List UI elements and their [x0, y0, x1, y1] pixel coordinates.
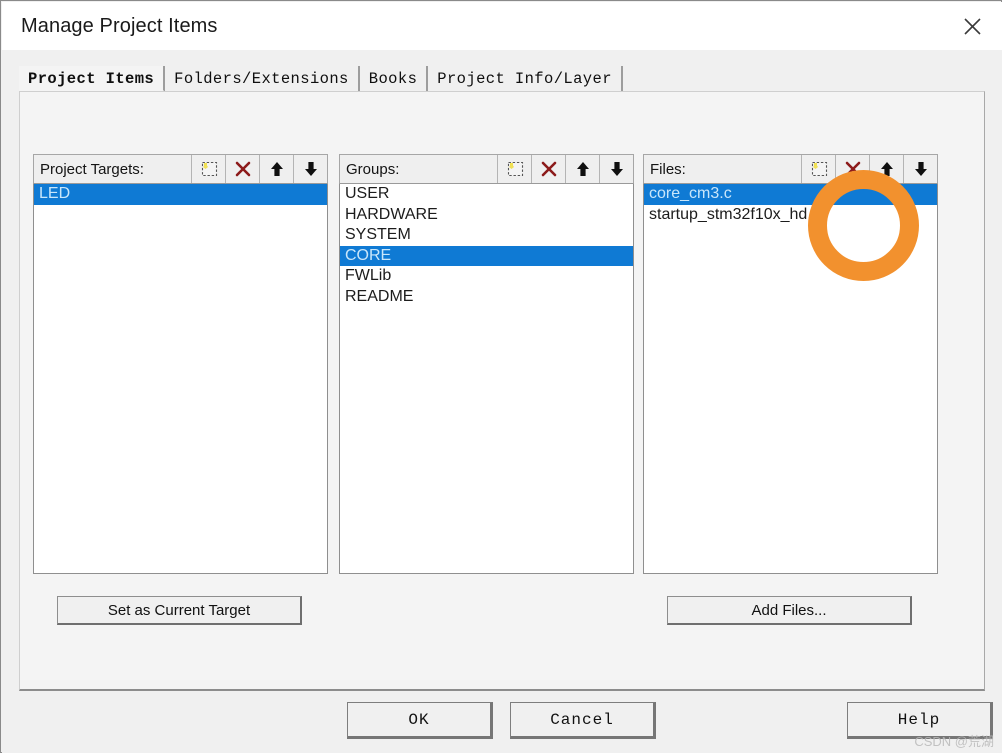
new-item-icon[interactable] — [497, 155, 531, 183]
groups-column: Groups: USER HARDWARE SYSTEM CORE FWLib … — [339, 154, 634, 574]
project-targets-toolbar — [191, 155, 327, 183]
files-listbox[interactable]: core_cm3.c startup_stm32f10x_hd.s — [643, 184, 938, 574]
delete-icon[interactable] — [225, 155, 259, 183]
add-files-button[interactable]: Add Files... — [667, 596, 912, 625]
watermark-text: CSDN @荒湖 — [914, 734, 994, 749]
project-targets-header: Project Targets: — [33, 154, 328, 184]
list-item[interactable]: HARDWARE — [340, 205, 633, 226]
groups-header: Groups: — [339, 154, 634, 184]
dialog-client-area: Project Items Folders/Extensions Books P… — [2, 50, 1002, 753]
list-item[interactable]: startup_stm32f10x_hd.s — [644, 205, 937, 226]
move-down-icon[interactable] — [293, 155, 327, 183]
move-up-icon[interactable] — [565, 155, 599, 183]
title-bar: Manage Project Items — [2, 2, 1002, 50]
manage-project-items-dialog: Manage Project Items Project Items Folde… — [0, 0, 1002, 753]
list-item[interactable]: CORE — [340, 245, 633, 266]
tab-folders-extensions[interactable]: Folders/Extensions — [165, 66, 360, 92]
set-as-current-target-button[interactable]: Set as Current Target — [57, 596, 302, 625]
delete-icon[interactable] — [531, 155, 565, 183]
files-label: Files: — [650, 160, 686, 178]
tab-project-info-layer[interactable]: Project Info/Layer — [428, 66, 623, 92]
new-item-icon[interactable] — [191, 155, 225, 183]
move-down-icon[interactable] — [599, 155, 633, 183]
files-toolbar — [801, 155, 937, 183]
project-targets-label: Project Targets: — [40, 160, 144, 178]
list-item[interactable]: FWLib — [340, 266, 633, 287]
ok-button[interactable]: OK — [347, 702, 493, 739]
move-up-icon[interactable] — [869, 155, 903, 183]
list-item[interactable]: SYSTEM — [340, 225, 633, 246]
files-column: Files: core_cm3.c startup_stm32f10x_hd.s — [643, 154, 938, 574]
close-icon[interactable] — [942, 2, 1002, 50]
project-targets-listbox[interactable]: LED — [33, 184, 328, 574]
groups-listbox[interactable]: USER HARDWARE SYSTEM CORE FWLib README — [339, 184, 634, 574]
list-item[interactable]: LED — [34, 184, 327, 205]
groups-toolbar — [497, 155, 633, 183]
cancel-button[interactable]: Cancel — [510, 702, 656, 739]
list-item[interactable]: README — [340, 287, 633, 308]
files-header: Files: — [643, 154, 938, 184]
tab-books[interactable]: Books — [359, 66, 429, 92]
window-title: Manage Project Items — [21, 15, 218, 37]
new-item-icon[interactable] — [801, 155, 835, 183]
tab-project-items[interactable]: Project Items — [19, 66, 166, 92]
list-item[interactable]: USER — [340, 184, 633, 205]
tab-strip: Project Items Folders/Extensions Books P… — [19, 64, 623, 92]
project-targets-column: Project Targets: LED — [33, 154, 328, 574]
list-item[interactable]: core_cm3.c — [644, 184, 937, 205]
move-up-icon[interactable] — [259, 155, 293, 183]
move-down-icon[interactable] — [903, 155, 937, 183]
delete-icon[interactable] — [835, 155, 869, 183]
groups-label: Groups: — [346, 160, 400, 178]
